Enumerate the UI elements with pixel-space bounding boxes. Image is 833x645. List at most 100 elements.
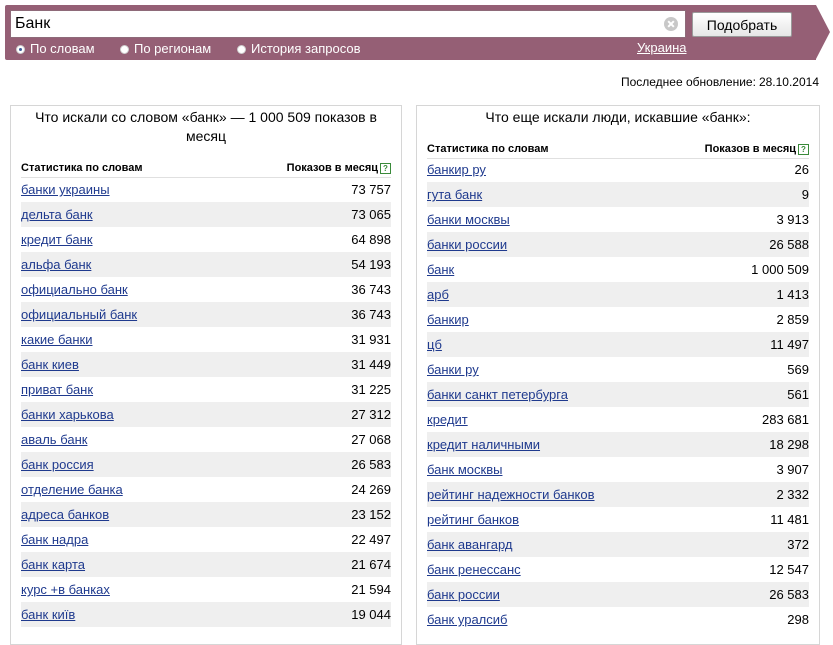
phrase-link[interactable]: банки ру <box>427 357 479 382</box>
submit-button[interactable]: Подобрать <box>692 12 792 37</box>
show-count: 2 859 <box>776 312 809 327</box>
phrase-link[interactable]: банк <box>427 257 454 282</box>
phrase-link[interactable]: отделение банка <box>21 477 123 502</box>
phrase-link[interactable]: адреса банков <box>21 502 109 527</box>
mode-history[interactable]: История запросов <box>237 41 361 56</box>
show-count: 26 583 <box>769 587 809 602</box>
radio-icon[interactable] <box>237 45 246 54</box>
phrase-link[interactable]: банки харькова <box>21 402 114 427</box>
phrase-link[interactable]: банк москвы <box>427 457 502 482</box>
show-count: 372 <box>787 537 809 552</box>
phrase-link[interactable]: курс +в банках <box>21 577 110 602</box>
mode-label: По словам <box>30 41 95 56</box>
phrase-link[interactable]: цб <box>427 332 442 357</box>
phrase-link[interactable]: кредит наличными <box>427 432 540 457</box>
phrase-link[interactable]: банк авангард <box>427 532 512 557</box>
region-link[interactable]: Украина <box>637 40 687 56</box>
table-row: курс +в банках 21 594 <box>21 577 391 602</box>
phrase-link[interactable]: аваль банк <box>21 427 87 452</box>
phrase-link[interactable]: арб <box>427 282 449 307</box>
table-row: цб 11 497 <box>427 332 809 357</box>
table-row: банки украины 73 757 <box>21 177 391 202</box>
phrase-link[interactable]: рейтинг надежности банков <box>427 482 595 507</box>
show-count: 11 497 <box>770 337 809 352</box>
phrase-link[interactable]: банк россии <box>427 582 500 607</box>
show-count: 9 <box>801 187 809 202</box>
phrase-link[interactable]: банки украины <box>21 177 110 202</box>
table-row: банк россия 26 583 <box>21 452 391 477</box>
table-row: отделение банка 24 269 <box>21 477 391 502</box>
show-count: 18 298 <box>769 437 809 452</box>
last-update: Последнее обновление: 28.10.2014 <box>621 75 819 89</box>
table-row: банки россии 26 588 <box>427 232 809 257</box>
table-row: банк москвы 3 907 <box>427 457 809 482</box>
show-count: 11 481 <box>770 512 809 527</box>
phrase-link[interactable]: официальный банк <box>21 302 137 327</box>
show-count: 24 269 <box>351 482 391 497</box>
phrase-link[interactable]: банк уралсиб <box>427 607 507 632</box>
show-count: 73 065 <box>351 207 391 222</box>
show-count: 31 931 <box>351 332 391 347</box>
table-row: банкир ру 26 <box>427 157 809 182</box>
phrase-link[interactable]: банк київ <box>21 602 75 627</box>
phrase-link[interactable]: банк киев <box>21 352 79 377</box>
phrase-link[interactable]: банкир <box>427 307 469 332</box>
show-count: 283 681 <box>762 412 809 427</box>
col-shows-label: Показов в месяц <box>704 143 796 155</box>
show-count: 3 913 <box>776 212 809 227</box>
col-shows-header: Показов в месяц? <box>705 143 809 155</box>
phrase-link[interactable]: банкир ру <box>427 157 486 182</box>
phrase-link[interactable]: кредит <box>427 407 468 432</box>
show-count: 561 <box>787 387 809 402</box>
show-count: 2 332 <box>776 487 809 502</box>
phrase-link[interactable]: банк ренессанс <box>427 557 521 582</box>
mode-by-regions[interactable]: По регионам <box>120 41 211 56</box>
phrase-link[interactable]: рейтинг банков <box>427 507 519 532</box>
phrase-link[interactable]: какие банки <box>21 327 93 352</box>
table-row: банк ренессанс 12 547 <box>427 557 809 582</box>
table-row: банки ру 569 <box>427 357 809 382</box>
col-words-label: Статистика по словам <box>21 162 143 174</box>
phrase-link[interactable]: гута банк <box>427 182 482 207</box>
panel-title: Что искали со словом «банк» — 1 000 509 … <box>35 109 377 144</box>
table-row: кредит банк 64 898 <box>21 227 391 252</box>
show-count: 27 068 <box>351 432 391 447</box>
show-count: 31 449 <box>351 357 391 372</box>
phrase-link[interactable]: альфа банк <box>21 252 91 277</box>
help-icon[interactable]: ? <box>798 144 809 155</box>
show-count: 36 743 <box>351 307 391 322</box>
words-panel: Что искали со словом «банк» — 1 000 509 … <box>10 105 402 645</box>
phrase-link[interactable]: банк надра <box>21 527 88 552</box>
clear-icon[interactable] <box>664 17 678 31</box>
show-count: 26 583 <box>351 457 391 472</box>
show-count: 1 413 <box>776 287 809 302</box>
table-row: банк 1 000 509 <box>427 257 809 282</box>
phrase-link[interactable]: банки москвы <box>427 207 510 232</box>
search-input[interactable] <box>10 10 686 38</box>
phrase-link[interactable]: банк карта <box>21 552 85 577</box>
show-count: 27 312 <box>351 407 391 422</box>
phrase-link[interactable]: банк россия <box>21 452 94 477</box>
phrase-link[interactable]: банки санкт петербурга <box>427 382 568 407</box>
radio-selected-icon[interactable] <box>16 45 25 54</box>
phrase-link[interactable]: дельта банк <box>21 202 93 227</box>
table-row: банки харькова 27 312 <box>21 402 391 427</box>
show-count: 26 <box>794 162 809 177</box>
phrase-link[interactable]: кредит банк <box>21 227 93 252</box>
help-icon[interactable]: ? <box>380 163 391 174</box>
table-row: гута банк 9 <box>427 182 809 207</box>
phrase-link[interactable]: приват банк <box>21 377 93 402</box>
mode-by-words[interactable]: По словам <box>16 41 95 56</box>
table-row: адреса банков 23 152 <box>21 502 391 527</box>
show-count: 36 743 <box>351 282 391 297</box>
show-count: 22 497 <box>351 532 391 547</box>
show-count: 73 757 <box>351 182 391 197</box>
radio-icon[interactable] <box>120 45 129 54</box>
table-row: рейтинг надежности банков 2 332 <box>427 482 809 507</box>
words-list: банки украины 73 757 дельта банк 73 065 кред… <box>21 177 391 627</box>
phrase-link[interactable]: банки россии <box>427 232 507 257</box>
show-count: 569 <box>787 362 809 377</box>
table-row: банк карта 21 674 <box>21 552 391 577</box>
table-row: банк россии 26 583 <box>427 582 809 607</box>
phrase-link[interactable]: официально банк <box>21 277 128 302</box>
